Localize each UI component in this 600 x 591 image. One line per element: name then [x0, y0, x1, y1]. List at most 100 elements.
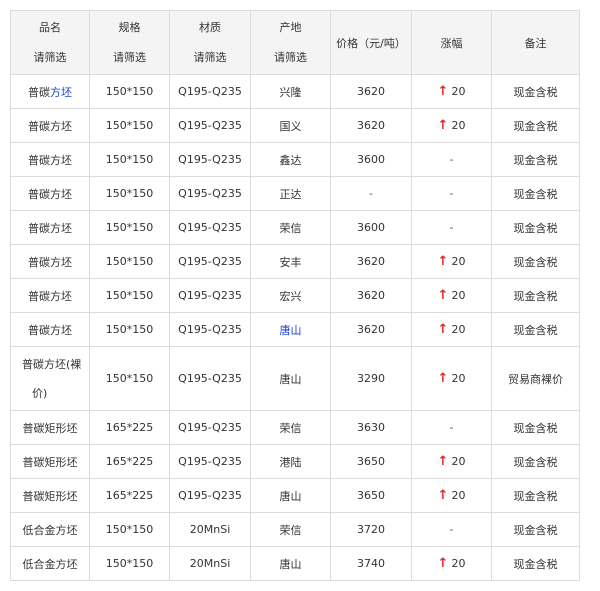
header-name-label: 品名	[39, 20, 61, 34]
cell-note: 现金含税	[491, 478, 580, 513]
origin-link[interactable]: 唐山	[280, 324, 302, 337]
name-line-2: 价)	[32, 386, 48, 400]
cell-note: 现金含税	[491, 142, 580, 177]
cell-change: ↑ 20	[411, 278, 492, 313]
cell-price: 3720	[330, 512, 412, 547]
cell-spec: 165*225	[89, 410, 170, 445]
cell-material: Q195-Q235	[169, 108, 251, 143]
cell-note: 现金含税	[491, 278, 580, 313]
cell-spec: 150*150	[89, 312, 170, 347]
cell-origin: 唐山	[250, 546, 331, 581]
cell-price: 3620	[330, 278, 412, 313]
table-row: 普碳矩形坯 165*225 Q195-Q235 唐山 3650 ↑ 20 现金含税	[10, 478, 580, 513]
arrow-up-icon: ↑	[437, 84, 449, 99]
change-value: 20	[451, 372, 466, 385]
cell-price: 3630	[330, 410, 412, 445]
cell-material: Q195-Q235	[169, 142, 251, 177]
table-header-row: 品名 请筛选 规格 请筛选 材质 请筛选 产地 请筛选 价格（元/吨） 涨幅 备…	[10, 10, 580, 75]
change-value: 20	[451, 557, 466, 570]
table-row: 普碳方坯 150*150 Q195-Q235 鑫达 3600 - 现金含税	[10, 142, 580, 177]
cell-name: 普碳方坯	[10, 278, 90, 313]
cell-change: -	[411, 176, 492, 211]
cell-note: 现金含税	[491, 74, 580, 109]
cell-spec: 150*150	[89, 244, 170, 279]
header-spec: 规格 请筛选	[89, 10, 170, 75]
change-value: 20	[451, 455, 466, 468]
arrow-up-icon: ↑	[437, 118, 449, 133]
cell-material: 20MnSi	[169, 512, 251, 547]
cell-price: 3740	[330, 546, 412, 581]
cell-name: 普碳方坯	[10, 108, 90, 143]
change-value: 20	[451, 323, 466, 336]
cell-material: Q195-Q235	[169, 312, 251, 347]
cell-change: ↑ 20	[411, 74, 492, 109]
cell-price: 3620	[330, 108, 412, 143]
header-name: 品名 请筛选	[10, 10, 90, 75]
table-row: 普碳方坯 150*150 Q195-Q235 荣信 3600 - 现金含税	[10, 210, 580, 245]
name-filter[interactable]: 请筛选	[13, 43, 87, 73]
cell-change: -	[411, 210, 492, 245]
cell-change: -	[411, 142, 492, 177]
cell-name: 普碳矩形坯	[10, 410, 90, 445]
material-filter[interactable]: 请筛选	[172, 43, 248, 73]
cell-change: ↑ 20	[411, 108, 492, 143]
cell-origin: 唐山	[250, 346, 331, 411]
cell-spec: 150*150	[89, 176, 170, 211]
cell-price: 3620	[330, 244, 412, 279]
cell-note: 现金含税	[491, 312, 580, 347]
cell-note: 现金含税	[491, 444, 580, 479]
cell-change: ↑ 20	[411, 244, 492, 279]
cell-origin: 荣信	[250, 512, 331, 547]
cell-spec: 150*150	[89, 74, 170, 109]
cell-material: Q195-Q235	[169, 278, 251, 313]
change-value: 20	[451, 255, 466, 268]
cell-spec: 150*150	[89, 512, 170, 547]
cell-price: 3620	[330, 74, 412, 109]
cell-origin: 唐山	[250, 312, 331, 347]
cell-price: 3650	[330, 478, 412, 513]
cell-material: Q195-Q235	[169, 74, 251, 109]
header-material: 材质 请筛选	[169, 10, 251, 75]
arrow-up-icon: ↑	[437, 488, 449, 503]
arrow-up-icon: ↑	[437, 371, 449, 386]
table-row: 低合金方坯 150*150 20MnSi 唐山 3740 ↑ 20 现金含税	[10, 546, 580, 581]
cell-change: -	[411, 512, 492, 547]
cell-material: Q195-Q235	[169, 444, 251, 479]
arrow-up-icon: ↑	[437, 454, 449, 469]
cell-material: Q195-Q235	[169, 410, 251, 445]
cell-name: 普碳方坯	[10, 244, 90, 279]
cell-spec: 150*150	[89, 546, 170, 581]
table-row: 普碳方坯(裸 价) 150*150 Q195-Q235 唐山 3290 ↑ 20 …	[10, 346, 580, 411]
origin-filter[interactable]: 请筛选	[253, 43, 328, 73]
table-row: 普碳方坯 150*150 Q195-Q235 安丰 3620 ↑ 20 现金含税	[10, 244, 580, 279]
cell-name: 普碳矩形坯	[10, 444, 90, 479]
cell-change: ↑ 20	[411, 312, 492, 347]
cell-material: Q195-Q235	[169, 210, 251, 245]
cell-note: 现金含税	[491, 244, 580, 279]
cell-price: 3290	[330, 346, 412, 411]
change-value: 20	[451, 119, 466, 132]
cell-name: 低合金方坯	[10, 546, 90, 581]
cell-material: 20MnSi	[169, 546, 251, 581]
cell-name: 低合金方坯	[10, 512, 90, 547]
cell-spec: 150*150	[89, 142, 170, 177]
spec-filter[interactable]: 请筛选	[92, 43, 167, 73]
cell-note: 现金含税	[491, 512, 580, 547]
change-value: 20	[451, 489, 466, 502]
cell-origin: 宏兴	[250, 278, 331, 313]
header-origin-label: 产地	[279, 20, 302, 34]
cell-spec: 165*225	[89, 444, 170, 479]
cell-material: Q195-Q235	[169, 244, 251, 279]
cell-name: 普碳方坯	[10, 176, 90, 211]
cell-material: Q195-Q235	[169, 478, 251, 513]
cell-spec: 150*150	[89, 278, 170, 313]
cell-spec: 150*150	[89, 210, 170, 245]
cell-material: Q195-Q235	[169, 176, 251, 211]
arrow-up-icon: ↑	[437, 322, 449, 337]
cell-origin: 兴隆	[250, 74, 331, 109]
arrow-up-icon: ↑	[437, 556, 449, 571]
cell-name: 普碳方坯	[10, 312, 90, 347]
cell-spec: 150*150	[89, 108, 170, 143]
name-link[interactable]: 方坯	[50, 86, 72, 99]
cell-price: -	[330, 176, 412, 211]
